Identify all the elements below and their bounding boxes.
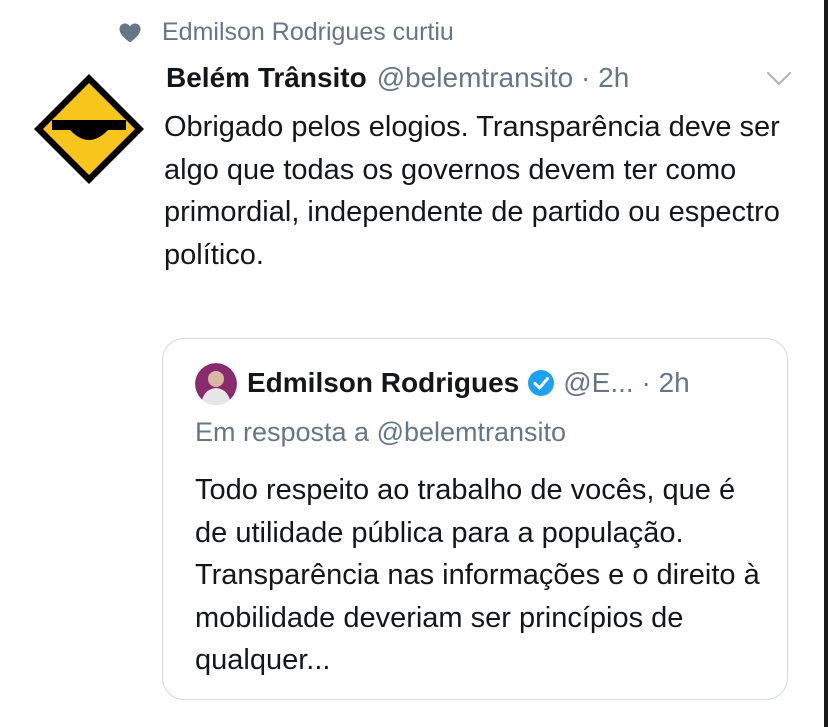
social-context-text: Edmilson Rodrigues curtiu — [162, 18, 454, 46]
verified-badge-icon — [528, 370, 555, 396]
author-name[interactable]: Belém Trânsito — [166, 62, 367, 94]
social-context: Edmilson Rodrigues curtiu — [118, 18, 454, 47]
author-handle-time[interactable]: @belemtransito · 2h — [377, 62, 630, 94]
quoted-tweet-card[interactable]: Edmilson Rodrigues @E... · 2h Em respost… — [162, 338, 788, 700]
heart-icon — [119, 23, 141, 42]
tweet-text: Obrigado pelos elogios. Transparência de… — [164, 111, 780, 271]
quoted-tweet-header: Edmilson Rodrigues @E... · 2h — [247, 367, 690, 399]
tweet-header: Belém Trânsito @belemtransito · 2h — [166, 62, 629, 94]
author-avatar[interactable] — [30, 70, 148, 188]
chevron-down-icon[interactable] — [766, 70, 792, 88]
quoted-author-handle-time[interactable]: @E... · 2h — [563, 367, 689, 399]
quoted-tweet-text: Todo respeito ao trabalho de vocês, que … — [195, 474, 760, 676]
quoted-author-name[interactable]: Edmilson Rodrigues — [247, 367, 519, 399]
quoted-author-avatar[interactable] — [195, 363, 237, 405]
reply-to-text[interactable]: Em resposta a @belemtransito — [195, 417, 566, 448]
edge-shade — [824, 0, 828, 727]
